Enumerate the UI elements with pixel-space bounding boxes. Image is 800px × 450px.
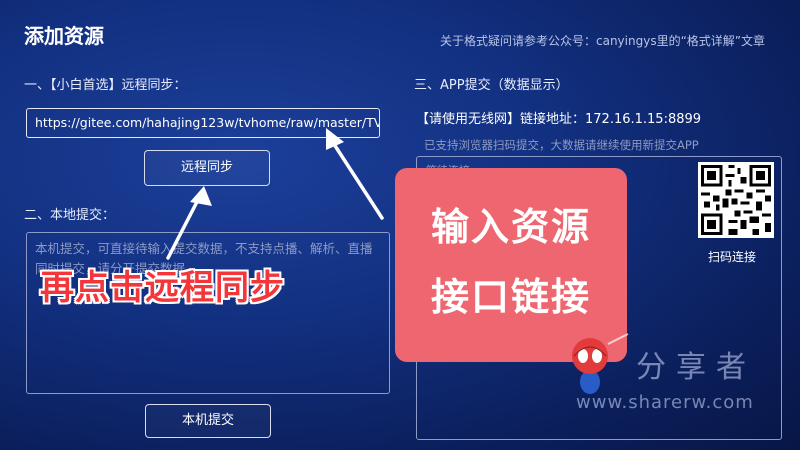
watermark-text: 分享者 [636,350,756,385]
arrow-head-sync [190,186,212,206]
spider-mascot-icon [572,333,629,394]
callout-line-2: 接口链接 [430,275,591,319]
arrow-to-sync-button [166,194,202,260]
callout-line-1: 输入资源 [430,205,591,249]
click-sync-callout: 再点击远程同步 [40,268,285,308]
arrow-to-url-field [328,136,384,220]
watermark-url: www.sharerw.com [576,392,754,413]
